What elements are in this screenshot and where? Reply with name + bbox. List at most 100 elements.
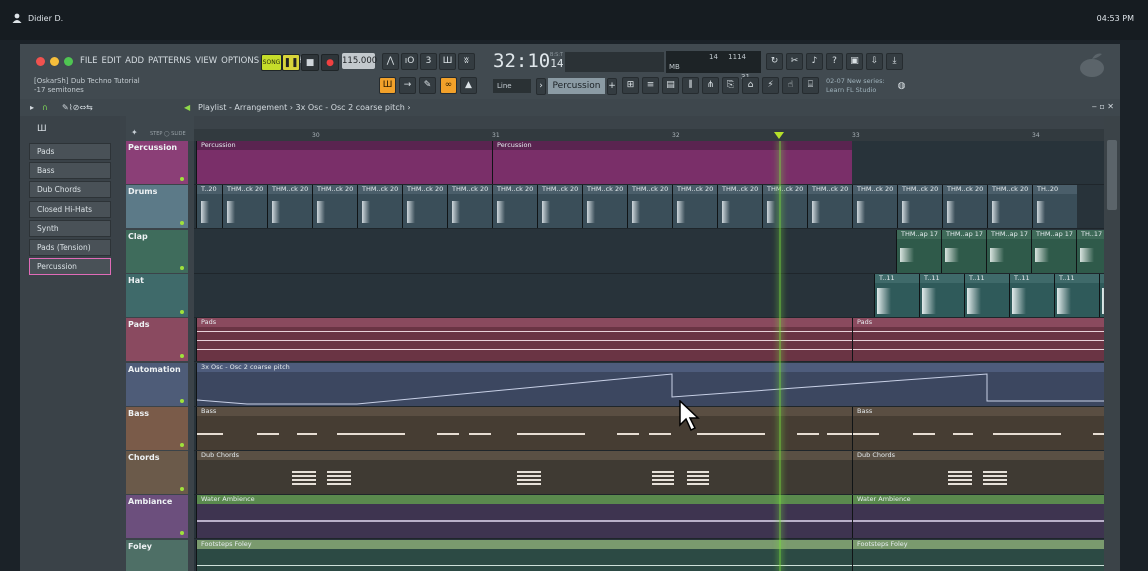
track-header-foley[interactable]: Foley xyxy=(126,539,188,571)
clip[interactable]: THM..ck 20 xyxy=(897,185,942,229)
pattern-item[interactable]: Pads xyxy=(29,143,111,160)
timeline-ruler[interactable]: 30 31 32 33 34 xyxy=(194,129,1104,141)
track-led[interactable] xyxy=(180,487,184,492)
stop-button[interactable]: ■ xyxy=(301,54,319,71)
track-led[interactable] xyxy=(180,531,184,536)
automation-curve[interactable] xyxy=(197,372,1104,406)
snap-select[interactable]: Line xyxy=(493,79,531,93)
clip[interactable]: THM..ck 20 xyxy=(762,185,807,229)
track-header-drums[interactable]: Drums xyxy=(126,185,188,229)
wait-record-icon[interactable]: ıO xyxy=(401,53,418,70)
track-led[interactable] xyxy=(180,221,184,226)
metronome-icon[interactable]: ⋀ xyxy=(382,53,399,70)
clip[interactable]: THM..ck 20 xyxy=(402,185,447,229)
track-header-clap[interactable]: Clap xyxy=(126,229,188,273)
clip[interactable]: THM..ck 20 xyxy=(807,185,852,229)
user-menu[interactable]: Didier D. xyxy=(12,13,63,23)
magnet-icon[interactable]: ∩ xyxy=(42,99,48,116)
export-icon[interactable]: ⇩ xyxy=(866,53,883,70)
minimize-window-button[interactable] xyxy=(50,57,59,66)
draw-tools-icon[interactable]: ✎⌇⊘⇔⇆ xyxy=(62,99,93,116)
clip[interactable]: Bass xyxy=(196,406,853,450)
arrow-right-icon[interactable]: → xyxy=(399,77,416,94)
clip[interactable]: THM..ap 17 xyxy=(986,229,1031,273)
clip[interactable]: THM..ck 20 xyxy=(627,185,672,229)
pattern-item[interactable]: Pads (Tension) xyxy=(29,239,111,256)
clip[interactable]: THM..ck 20 xyxy=(267,185,312,229)
clip[interactable]: T..20 xyxy=(196,185,222,229)
pattern-item[interactable]: Bass xyxy=(29,162,111,180)
track-header-hat[interactable]: Hat xyxy=(126,273,188,317)
clip[interactable]: Percussion xyxy=(492,141,852,184)
clip[interactable]: THM..ap 17 xyxy=(1031,229,1076,273)
menu-item-add[interactable]: ADD xyxy=(123,56,146,66)
lane-clap[interactable]: THM..ap 17 THM..ap 17 THM..ap 17 THM..ap 17… xyxy=(194,229,1104,274)
touch-icon[interactable]: ☝ xyxy=(782,77,799,94)
countdown-icon[interactable]: 3 xyxy=(420,53,437,70)
clip[interactable]: Pads xyxy=(196,318,855,362)
lane-chords[interactable]: Dub Chords Dub Chords xyxy=(194,451,1104,496)
clip[interactable]: THM..ck 20 xyxy=(357,185,402,229)
pause-button[interactable]: ❚❚ xyxy=(282,54,300,71)
playlist-icon[interactable]: Ш xyxy=(379,77,396,94)
clip[interactable]: TH..20 xyxy=(1032,185,1077,229)
lane-drums[interactable]: T..20 THM..ck 20 THM..ck 20 THM..ck 20 THM..… xyxy=(194,185,1104,230)
pattern-item[interactable]: Synth xyxy=(29,219,111,237)
clip[interactable]: Water Ambience xyxy=(196,495,852,539)
cart-icon[interactable]: ⌸ xyxy=(802,77,819,94)
clip[interactable]: T..11 xyxy=(1054,273,1099,317)
clip[interactable]: 3x Osc - Osc 2 coarse pitch xyxy=(196,362,1104,406)
mixer-icon[interactable]: ⊞ xyxy=(622,77,639,94)
lane-foley[interactable]: Footsteps Foley Footsteps Foley xyxy=(194,539,1104,571)
clip[interactable]: Bass xyxy=(852,406,1104,450)
track-led[interactable] xyxy=(180,398,184,403)
playlist-lanes[interactable]: Percussion Percussion T..20 THM..ck 20 THM..… xyxy=(194,141,1104,571)
clip[interactable]: THM..ck 20 xyxy=(312,185,357,229)
link-icon[interactable]: ∞ xyxy=(440,77,457,94)
browser-icon[interactable]: ⎘ xyxy=(722,77,739,94)
clip[interactable]: THM..ck 20 xyxy=(582,185,627,229)
menu-item-edit[interactable]: EDIT xyxy=(100,56,124,66)
clip[interactable]: THM..ck 20 xyxy=(222,185,267,229)
pattern-item[interactable]: Dub Chords xyxy=(29,181,111,199)
clip[interactable]: T..11 xyxy=(964,273,1009,317)
lane-hat[interactable]: T..11T..11T..11T..11T..11T..11 xyxy=(194,273,1104,318)
menu-item-options[interactable]: OPTIONS xyxy=(219,56,261,66)
menu-item-patterns[interactable]: PATTERNS xyxy=(146,56,193,66)
song-mode-toggle[interactable]: SONG xyxy=(261,54,282,71)
save-icon[interactable]: ▣ xyxy=(846,53,863,70)
clip[interactable]: THM..ck 20 xyxy=(672,185,717,229)
plug-icon[interactable]: ⚡ xyxy=(762,77,779,94)
cut-icon[interactable]: ✂ xyxy=(786,53,803,70)
clip[interactable]: THM..ck 20 xyxy=(537,185,582,229)
lane-bass[interactable]: Bass Bass xyxy=(194,406,1104,451)
help-icon[interactable]: ? xyxy=(826,53,843,70)
clip[interactable]: Dub Chords xyxy=(852,451,1104,495)
menu-item-view[interactable]: VIEW xyxy=(193,56,219,66)
zoom-window-button[interactable] xyxy=(64,57,73,66)
track-led[interactable] xyxy=(180,177,184,181)
clip[interactable]: Pads xyxy=(852,318,1104,362)
track-header-pads[interactable]: Pads xyxy=(126,318,188,362)
step-edit-icon[interactable]: Ш xyxy=(439,53,456,70)
globe-icon[interactable]: ◍ xyxy=(893,79,910,96)
mic-icon[interactable]: ♪ xyxy=(806,53,823,70)
track-led[interactable] xyxy=(180,442,184,447)
close-window-button[interactable] xyxy=(36,57,45,66)
track-led[interactable] xyxy=(180,354,184,359)
song-marker-icon[interactable] xyxy=(774,132,784,139)
window-controls-icon[interactable]: ‒ ▫ ✕ xyxy=(1092,98,1114,115)
track-header-chords[interactable]: Chords xyxy=(126,451,188,495)
track-header-percussion[interactable]: Percussion xyxy=(126,141,188,184)
track-header-bass[interactable]: Bass xyxy=(126,406,188,450)
clip[interactable]: T..11 xyxy=(874,273,919,317)
clip[interactable]: T..11 xyxy=(919,273,964,317)
tempo-display[interactable]: 115.000 xyxy=(342,53,377,69)
piano-icon[interactable]: Ш xyxy=(37,124,47,134)
menu-item-file[interactable]: FILE xyxy=(78,56,100,66)
clip[interactable]: THM..ap 17 xyxy=(941,229,986,273)
faders-icon[interactable]: ⫼ xyxy=(682,77,699,94)
clip[interactable]: Percussion xyxy=(196,141,492,184)
pencil-icon[interactable]: ✎ xyxy=(419,77,436,94)
pattern-item[interactable]: Closed Hi-Hats xyxy=(29,200,111,218)
